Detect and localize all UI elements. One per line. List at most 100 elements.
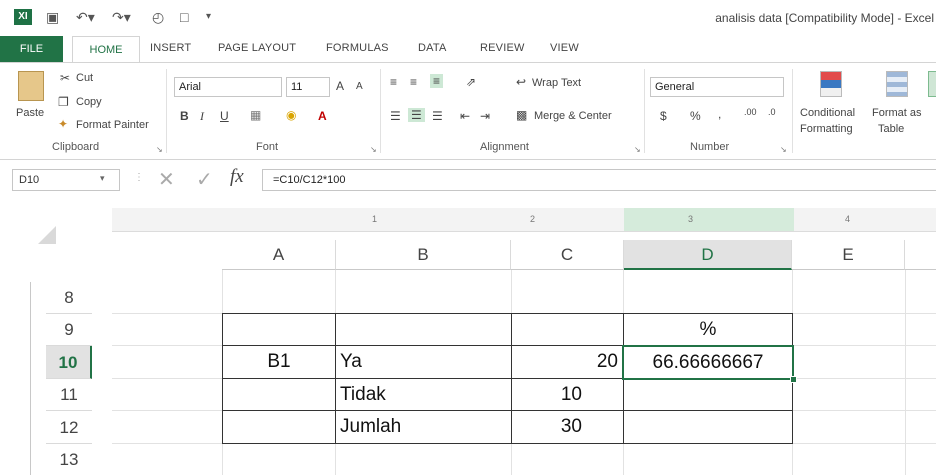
- conditional-formatting-icon[interactable]: [820, 71, 842, 97]
- fill-handle[interactable]: [790, 376, 797, 383]
- format-painter-button[interactable]: Format Painter: [76, 119, 149, 131]
- font-color-button[interactable]: A: [318, 109, 327, 123]
- formula-bar-grip-icon: ⋮: [134, 172, 144, 183]
- undo-icon[interactable]: ↶▾: [76, 9, 95, 25]
- insert-function-button[interactable]: fx: [230, 166, 244, 188]
- column-header-d[interactable]: D: [624, 240, 792, 270]
- tab-formulas[interactable]: FORMULAS: [326, 42, 389, 54]
- column-header-a[interactable]: A: [222, 240, 336, 270]
- row-header-9[interactable]: 9: [46, 314, 92, 346]
- align-center-icon[interactable]: ☰: [408, 108, 425, 122]
- align-top-icon[interactable]: ≡: [390, 75, 397, 89]
- clipboard-group-label: Clipboard: [52, 141, 100, 153]
- number-launcher-icon[interactable]: ↘: [780, 145, 787, 154]
- paste-icon[interactable]: [18, 71, 44, 101]
- fill-color-icon[interactable]: ◉: [286, 108, 296, 122]
- increase-decimal-button[interactable]: .00: [744, 107, 757, 117]
- save-icon[interactable]: ▣: [46, 9, 59, 25]
- increase-indent-icon[interactable]: ⇥: [480, 109, 490, 123]
- redo-icon[interactable]: ↷▾: [112, 9, 131, 25]
- number-format-select[interactable]: General: [650, 77, 784, 97]
- row-header-11[interactable]: 11: [46, 379, 92, 411]
- enter-icon[interactable]: ✓: [196, 167, 213, 192]
- row-header-10[interactable]: 10: [46, 346, 92, 379]
- format-as-table-icon[interactable]: [886, 71, 908, 97]
- column-header-f[interactable]: [905, 240, 936, 270]
- decrease-decimal-button[interactable]: .0: [768, 107, 776, 117]
- select-all-triangle-icon: [38, 226, 56, 244]
- borders-icon[interactable]: ▦: [250, 108, 261, 122]
- cancel-icon[interactable]: ✕: [158, 167, 175, 192]
- orientation-icon[interactable]: ⇗: [466, 75, 476, 89]
- format-painter-icon[interactable]: ✦: [58, 117, 68, 131]
- cell-b11[interactable]: Tidak: [340, 379, 510, 410]
- align-bottom-icon[interactable]: ≡: [430, 74, 444, 88]
- cell-c11[interactable]: 10: [512, 379, 582, 410]
- tab-home[interactable]: HOME: [72, 36, 140, 62]
- group-divider: [166, 69, 167, 153]
- format-as-table-button[interactable]: Format as: [872, 107, 922, 119]
- group-divider: [792, 69, 793, 153]
- tab-review[interactable]: REVIEW: [480, 42, 525, 54]
- window-title: analisis data [Compatibility Mode] - Exc…: [715, 11, 934, 25]
- comma-button[interactable]: ,: [718, 107, 721, 121]
- conditional-formatting-label: Formatting: [800, 123, 853, 135]
- ruler-selection-highlight: [624, 208, 794, 231]
- cell-styles-icon[interactable]: [928, 71, 936, 97]
- font-size-select[interactable]: 11: [286, 77, 330, 97]
- row-header-12[interactable]: 12: [46, 411, 92, 444]
- group-divider: [644, 69, 645, 153]
- select-all-corner[interactable]: [0, 208, 112, 270]
- shrink-font-icon[interactable]: A: [356, 81, 363, 92]
- merge-center-button[interactable]: Merge & Center: [534, 110, 612, 122]
- row-header-13[interactable]: 13: [46, 444, 92, 475]
- column-header-e[interactable]: E: [792, 240, 905, 270]
- cell-b12[interactable]: Jumlah: [340, 411, 510, 443]
- copy-icon[interactable]: ❐: [58, 95, 69, 109]
- font-name-select[interactable]: Arial: [174, 77, 282, 97]
- merge-center-icon[interactable]: ▩: [516, 108, 527, 122]
- ruler-tick: 4: [845, 214, 851, 224]
- tab-view[interactable]: VIEW: [550, 42, 579, 54]
- align-left-icon[interactable]: ☰: [390, 109, 401, 123]
- formula-input[interactable]: =C10/C12*100: [262, 169, 936, 191]
- cell-b10[interactable]: Ya: [340, 346, 510, 378]
- clipboard-launcher-icon[interactable]: ↘: [156, 145, 163, 154]
- column-header-b[interactable]: B: [336, 240, 511, 270]
- customize-toolbar-icon[interactable]: ▾: [206, 9, 211, 25]
- decrease-indent-icon[interactable]: ⇤: [460, 109, 470, 123]
- bold-button[interactable]: B: [180, 109, 189, 123]
- cell-c12[interactable]: 30: [512, 411, 582, 443]
- tab-page-layout[interactable]: PAGE LAYOUT: [218, 42, 296, 54]
- tab-file[interactable]: FILE: [0, 36, 63, 62]
- paste-button[interactable]: Paste: [16, 107, 44, 119]
- cut-button[interactable]: Cut: [76, 72, 93, 84]
- conditional-formatting-button[interactable]: Conditional: [800, 107, 855, 119]
- wrap-text-button[interactable]: Wrap Text: [532, 77, 581, 89]
- cell-d9[interactable]: %: [624, 314, 792, 346]
- font-launcher-icon[interactable]: ↘: [370, 145, 377, 154]
- align-right-icon[interactable]: ☰: [432, 109, 443, 123]
- new-document-icon[interactable]: □: [180, 9, 188, 25]
- alignment-launcher-icon[interactable]: ↘: [634, 145, 641, 154]
- tab-insert[interactable]: INSERT: [150, 42, 191, 54]
- cell-c10[interactable]: 20: [512, 346, 618, 378]
- italic-button[interactable]: I: [200, 109, 204, 124]
- grow-font-icon[interactable]: A: [336, 79, 344, 93]
- percent-button[interactable]: %: [690, 109, 701, 123]
- ruler-tick: 1: [372, 214, 378, 224]
- tab-data[interactable]: DATA: [418, 42, 447, 54]
- row-header-8[interactable]: 8: [46, 282, 92, 314]
- cut-icon[interactable]: ✂: [60, 71, 70, 85]
- font-group-label: Font: [256, 141, 279, 153]
- cell-d10-selected[interactable]: 66.66666667: [622, 345, 794, 380]
- underline-button[interactable]: U: [220, 109, 229, 123]
- column-header-c[interactable]: C: [511, 240, 624, 270]
- name-box-dropdown-icon[interactable]: ▾: [100, 173, 105, 184]
- currency-button[interactable]: $: [660, 109, 667, 123]
- print-preview-icon[interactable]: ◴: [152, 9, 164, 25]
- cell-a10[interactable]: B1: [223, 346, 335, 378]
- wrap-text-icon[interactable]: ↩: [516, 75, 526, 89]
- copy-button[interactable]: Copy: [76, 96, 102, 108]
- align-middle-icon[interactable]: ≡: [410, 75, 417, 89]
